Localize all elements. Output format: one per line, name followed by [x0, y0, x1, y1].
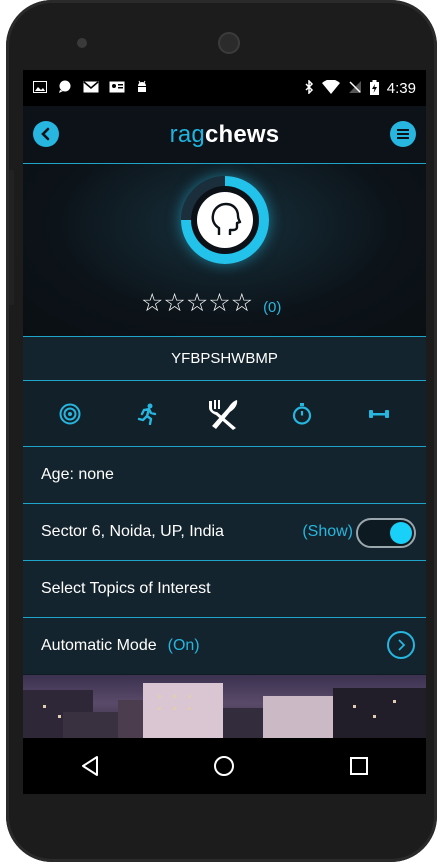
- topics-label: Select Topics of Interest: [41, 580, 211, 597]
- activity-fitness[interactable]: [359, 394, 399, 434]
- hamburger-icon: [397, 129, 409, 139]
- activity-food[interactable]: [204, 394, 244, 434]
- location-row: Sector 6, Noida, UP, India (Show): [23, 503, 426, 560]
- home-circle-icon: [214, 756, 235, 776]
- speaker-grille: [218, 32, 240, 54]
- app-logo: ragchews: [170, 121, 280, 149]
- rating-count: (0): [263, 298, 282, 316]
- recents-square-icon: [349, 757, 368, 775]
- nav-home-button[interactable]: [199, 746, 249, 786]
- age-label: Age: none: [41, 466, 114, 483]
- location-label: Sector 6, Noida, UP, India: [41, 523, 224, 540]
- profile-header: ☆☆☆☆☆ (0): [23, 164, 426, 336]
- fork-knife-icon: [209, 399, 238, 430]
- activity-running[interactable]: [127, 394, 167, 434]
- avatar[interactable]: [197, 192, 253, 248]
- automatic-mode-value: (On): [167, 637, 200, 654]
- chevron-left-icon: [41, 127, 50, 141]
- gallery-icon: [33, 81, 47, 95]
- dumbbell-icon: [369, 409, 390, 418]
- automatic-mode-row[interactable]: Automatic Mode (On): [23, 617, 426, 674]
- wifi-icon: [321, 79, 340, 96]
- back-triangle-icon: [82, 756, 99, 776]
- app-header: ragchews: [23, 106, 426, 164]
- menu-button[interactable]: [390, 121, 416, 147]
- app-screen: 4:39 ragchews ☆☆☆☆☆ (0) YFBPSHWBMP Age: …: [23, 70, 426, 738]
- side-button: [9, 170, 14, 305]
- battery-icon: [369, 79, 379, 97]
- status-bar: 4:39: [23, 70, 426, 106]
- front-camera: [77, 38, 87, 48]
- contact-card-icon: [109, 81, 125, 95]
- status-time: 4:39: [386, 79, 416, 97]
- running-icon: [137, 403, 157, 425]
- automatic-mode-label: Automatic Mode: [41, 637, 157, 654]
- nav-back-button[interactable]: [65, 746, 115, 786]
- age-row[interactable]: Age: none: [23, 446, 426, 503]
- bluetooth-icon: [304, 79, 314, 96]
- back-button[interactable]: [33, 121, 59, 147]
- brand-suffix: chews: [204, 120, 280, 148]
- android-icon: [135, 80, 149, 96]
- brand-prefix: rag: [169, 120, 205, 148]
- topics-row[interactable]: Select Topics of Interest: [23, 560, 426, 617]
- stopwatch-icon: [292, 402, 311, 425]
- city-skyline-image: [23, 675, 426, 738]
- nav-recents-button[interactable]: [334, 746, 384, 786]
- activity-target[interactable]: [50, 394, 90, 434]
- username-row: YFBPSHWBMP: [23, 336, 426, 380]
- star-rating[interactable]: ☆☆☆☆☆: [141, 288, 253, 318]
- target-icon: [59, 403, 81, 424]
- chat-icon: [57, 80, 73, 96]
- toggle-knob: [390, 522, 412, 544]
- no-signal-icon: [348, 80, 362, 96]
- show-location-link[interactable]: (Show): [302, 523, 353, 541]
- profile-progress-ring: [181, 176, 269, 264]
- user-head-icon: [211, 202, 242, 235]
- location-visibility-toggle[interactable]: [356, 518, 416, 548]
- chevron-right-icon: [398, 639, 406, 651]
- rating: ☆☆☆☆☆ (0): [141, 288, 281, 318]
- android-nav-bar: [23, 738, 426, 794]
- automatic-mode-chevron[interactable]: [387, 631, 415, 659]
- gmail-icon: [83, 81, 99, 95]
- activity-icons-row: [23, 380, 426, 446]
- username: YFBPSHWBMP: [171, 350, 278, 367]
- activity-timer[interactable]: [282, 394, 322, 434]
